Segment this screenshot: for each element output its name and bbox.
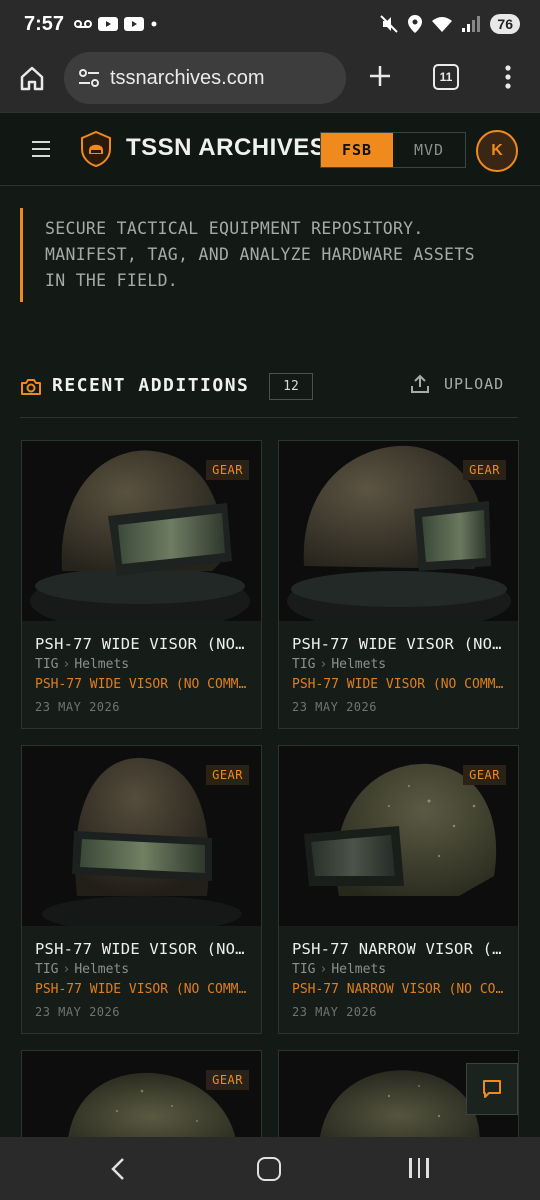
- crumb-team: TIG: [35, 657, 59, 672]
- tab-switcher-button[interactable]: 11: [433, 64, 459, 90]
- item-card[interactable]: GEAR PSH-77 NARROW VISOR (NO COMMS) TIG›…: [278, 745, 519, 1034]
- new-tab-icon[interactable]: [366, 62, 394, 90]
- item-date: 23 MAY 2026: [292, 700, 377, 714]
- youtube-icon: [124, 17, 145, 31]
- item-subtitle: PSH-77 WIDE VISOR (NO COMMS): [292, 677, 508, 692]
- back-icon[interactable]: [108, 1157, 128, 1181]
- address-bar[interactable]: tssnarchives.com: [64, 52, 346, 104]
- item-subtitle: PSH-77 WIDE VISOR (NO COMMS): [35, 982, 251, 997]
- category-tag: GEAR: [206, 765, 249, 785]
- category-tag: GEAR: [206, 460, 249, 480]
- item-breadcrumb: TIG › Helmets: [292, 657, 386, 672]
- recent-apps-icon[interactable]: [409, 1158, 429, 1178]
- location-icon: [408, 15, 423, 33]
- section-header: RECENT ADDITIONS 12 UPLOAD: [20, 360, 518, 418]
- item-subtitle: PSH-77 WIDE VISOR (NO COMMS): [35, 677, 251, 692]
- item-card[interactable]: GEAR: [21, 1050, 262, 1141]
- mute-icon: [380, 15, 399, 33]
- segment-fsb[interactable]: FSB: [321, 133, 393, 167]
- upload-label: UPLOAD: [444, 375, 505, 393]
- site-header: TSSN ARCHIVES FSB MVD K: [0, 112, 540, 186]
- category-tag: GEAR: [206, 1070, 249, 1090]
- site-settings-icon[interactable]: [78, 68, 100, 88]
- avatar[interactable]: K: [476, 130, 518, 172]
- item-breadcrumb: TIG › Helmets: [35, 962, 129, 977]
- crumb-team: TIG: [292, 962, 316, 977]
- chevron-right-icon: ›: [62, 962, 71, 977]
- system-nav-bar: [0, 1137, 540, 1200]
- item-title: PSH-77 WIDE VISOR (NO COMMS): [35, 635, 251, 653]
- item-breadcrumb: TIG › Helmets: [292, 962, 386, 977]
- category-tag: GEAR: [463, 460, 506, 480]
- intro-line-2: MANIFEST, TAG, AND ANALYZE HARDWARE ASSE…: [45, 245, 475, 264]
- intro-line-1: SECURE TACTICAL EQUIPMENT REPOSITORY.: [45, 219, 424, 238]
- logo-icon: [81, 131, 111, 167]
- item-card[interactable]: GEAR PSH-77 WIDE VISOR (NO COMMS) TIG›He…: [21, 440, 262, 729]
- item-date: 23 MAY 2026: [292, 1005, 377, 1019]
- notification-icons: [74, 17, 158, 31]
- item-image: [22, 1051, 261, 1141]
- item-subtitle: PSH-77 NARROW VISOR (NO COMMS): [292, 982, 508, 997]
- home-icon[interactable]: [18, 64, 46, 92]
- youtube-icon: [98, 17, 119, 31]
- dot-icon: [151, 21, 157, 27]
- crumb-category: Helmets: [74, 962, 130, 977]
- voicemail-icon: [74, 20, 93, 28]
- crumb-category: Helmets: [74, 657, 130, 672]
- chat-icon: [483, 1080, 501, 1098]
- category-tag: GEAR: [463, 765, 506, 785]
- item-date: 23 MAY 2026: [35, 700, 120, 714]
- upload-icon: [411, 374, 429, 393]
- url-text: tssnarchives.com: [110, 66, 265, 89]
- home-button[interactable]: [257, 1157, 281, 1181]
- segment-mvd[interactable]: MVD: [393, 133, 465, 167]
- chat-button[interactable]: [466, 1063, 518, 1115]
- item-title: PSH-77 WIDE VISOR (NO COMMS): [35, 940, 251, 958]
- item-date: 23 MAY 2026: [35, 1005, 120, 1019]
- signal-icon: [462, 16, 481, 32]
- section-title: RECENT ADDITIONS: [52, 375, 250, 396]
- camera-icon: [21, 379, 41, 395]
- browser-toolbar: tssnarchives.com 11: [0, 48, 540, 112]
- chevron-right-icon: ›: [319, 657, 328, 672]
- agency-switcher: FSB MVD: [320, 132, 466, 168]
- item-card[interactable]: GEAR PSH-77 WIDE VISOR (NO COMMS) TIG›He…: [21, 745, 262, 1034]
- brand-title: TSSN ARCHIVES: [126, 134, 327, 161]
- crumb-team: TIG: [35, 962, 59, 977]
- wifi-icon: [432, 17, 453, 32]
- status-time: 7:57: [24, 12, 65, 35]
- battery-icon: 76: [490, 14, 520, 34]
- item-card[interactable]: GEAR PSH-77 WIDE VISOR (NO COMMS) TIG›He…: [278, 440, 519, 729]
- chevron-right-icon: ›: [62, 657, 71, 672]
- intro-block: SECURE TACTICAL EQUIPMENT REPOSITORY. MA…: [20, 208, 520, 302]
- menu-icon[interactable]: [32, 141, 50, 162]
- more-options-icon[interactable]: [502, 64, 514, 90]
- upload-button[interactable]: UPLOAD: [410, 374, 504, 394]
- item-breadcrumb: TIG › Helmets: [35, 657, 129, 672]
- status-bar: 7:57 76: [0, 0, 540, 48]
- chevron-right-icon: ›: [319, 962, 328, 977]
- crumb-category: Helmets: [331, 962, 387, 977]
- item-title: PSH-77 NARROW VISOR (NO COMMS): [292, 940, 508, 958]
- item-count-badge: 12: [269, 373, 313, 400]
- crumb-category: Helmets: [331, 657, 387, 672]
- crumb-team: TIG: [292, 657, 316, 672]
- system-icons: 76: [380, 14, 520, 34]
- intro-line-3: IN THE FIELD.: [45, 271, 179, 290]
- item-title: PSH-77 WIDE VISOR (NO COMMS): [292, 635, 508, 653]
